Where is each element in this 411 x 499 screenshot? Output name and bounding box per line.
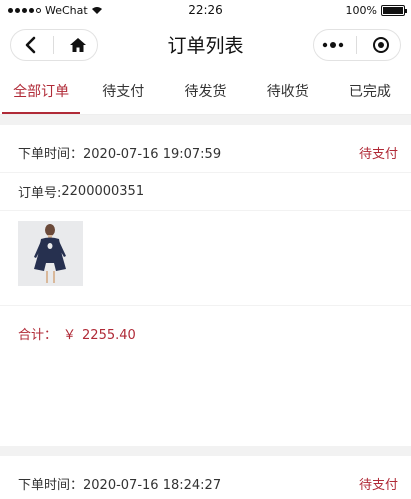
tab-all-orders[interactable]: 全部订单 (0, 68, 82, 114)
close-miniprogram-button[interactable] (366, 33, 396, 57)
nav-bar: 订单列表 (0, 20, 411, 68)
order-header: 下单时间：2020-07-16 18:24:27 待支付 (0, 456, 411, 499)
tab-pending-receipt[interactable]: 待收货 (247, 68, 329, 114)
home-button[interactable] (63, 33, 93, 57)
order-number: 订单号: 2200000351 (0, 173, 411, 211)
tab-completed[interactable]: 已完成 (329, 68, 411, 114)
order-total: 合计： ￥ 2255.40 (0, 306, 411, 446)
order-time: 下单时间：2020-07-16 18:24:27 (18, 474, 221, 493)
section-gap (0, 446, 411, 456)
nav-capsule-left (10, 29, 98, 61)
capsule-divider (53, 36, 55, 54)
status-time: 22:26 (188, 3, 223, 17)
wifi-icon (91, 7, 102, 14)
order-time-label: 下单时间： (18, 478, 84, 493)
section-gap (0, 115, 411, 125)
capsule-divider (356, 36, 358, 54)
order-total-currency: ￥ (63, 328, 77, 343)
home-icon (69, 38, 86, 52)
order-tabs: 全部订单 待支付 待发货 待收货 已完成 (0, 68, 411, 115)
more-button[interactable] (318, 33, 348, 57)
chevron-left-icon (25, 36, 36, 54)
nav-capsule-right (313, 29, 401, 61)
dress-image (33, 224, 66, 283)
order-card[interactable]: 下单时间：2020-07-16 19:07:59 待支付 订单号: 2200000… (0, 125, 411, 446)
order-number-value: 2200000351 (61, 184, 145, 199)
status-right: 100% (345, 3, 407, 17)
carrier-label: WeChat (45, 3, 88, 17)
product-thumbnail[interactable] (18, 221, 83, 286)
order-number-label: 订单号: (18, 186, 62, 201)
back-button[interactable] (15, 33, 45, 57)
more-dots-icon (322, 42, 344, 48)
battery-fill (383, 6, 403, 14)
order-status: 待支付 (358, 147, 398, 162)
order-time-label: 下单时间： (18, 147, 84, 162)
page-title: 订单列表 (167, 34, 244, 57)
tab-pending-shipment[interactable]: 待发货 (164, 68, 246, 114)
order-total-label: 合计： (18, 328, 58, 343)
battery-icon (381, 4, 407, 16)
order-goods (0, 211, 411, 306)
order-time-value: 2020-07-16 18:24:27 (83, 478, 222, 493)
battery-percent: 100% (345, 3, 377, 17)
status-bar: WeChat 22:26 100% (0, 0, 411, 20)
status-left: WeChat (8, 4, 102, 17)
signal-strength-icon (8, 7, 41, 13)
order-card[interactable]: 下单时间：2020-07-16 18:24:27 待支付 (0, 456, 411, 499)
order-time: 下单时间：2020-07-16 19:07:59 (18, 143, 221, 162)
order-status: 待支付 (358, 478, 398, 493)
order-header: 下单时间：2020-07-16 19:07:59 待支付 (0, 125, 411, 173)
target-icon (372, 37, 389, 53)
order-time-value: 2020-07-16 19:07:59 (83, 147, 222, 162)
order-total-amount: 2255.40 (82, 328, 136, 343)
tab-pending-payment[interactable]: 待支付 (82, 68, 164, 114)
